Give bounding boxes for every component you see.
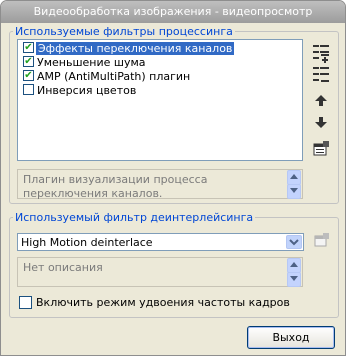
- filter-label: Инверсия цветов: [37, 84, 137, 97]
- processing-filters-legend: Используемые фильтры процессинга: [15, 25, 233, 38]
- title-bar: Видеообработка изображения - видеопросмо…: [1, 1, 345, 23]
- filter-label: AMP (AntiMultiPath) плагин: [37, 70, 191, 83]
- remove-filter-button[interactable]: [311, 65, 331, 85]
- remove-filter-icon: [313, 67, 329, 82]
- move-up-button[interactable]: [311, 91, 331, 111]
- scroll-up-icon: [290, 262, 298, 267]
- filter-item-color-inversion[interactable]: Инверсия цветов: [20, 84, 300, 98]
- deinterlace-description-box: Нет описания: [17, 257, 303, 287]
- window-title: Видеообработка изображения - видеопросмо…: [33, 5, 313, 18]
- filter-item-channel-switch[interactable]: ✔ Эффекты переключения каналов: [20, 42, 300, 56]
- filter-label: Эффекты переключения каналов: [36, 42, 235, 55]
- description-scroll-up[interactable]: [287, 170, 301, 185]
- description-scroll-down[interactable]: [287, 184, 301, 199]
- move-down-icon: [315, 117, 327, 128]
- deinterlace-select[interactable]: High Motion deinterlace: [17, 233, 304, 251]
- frame-doubling-label: Включить режим удвоения частоты кадров: [36, 296, 290, 309]
- filter-description-text: Плагин визуализации процесса переключени…: [23, 173, 208, 200]
- add-filter-button[interactable]: [311, 43, 331, 63]
- add-filter-icon: [313, 45, 329, 63]
- deinterlace-desc-scroll-up[interactable]: [287, 258, 301, 273]
- properties-icon: [313, 141, 329, 156]
- chevron-down-icon: [289, 239, 299, 246]
- deinterlace-properties-button[interactable]: [313, 232, 333, 252]
- move-down-button[interactable]: [311, 113, 331, 133]
- properties-icon: [314, 233, 329, 247]
- filter-label: Уменьшение шума: [37, 56, 146, 69]
- scroll-down-icon: [290, 188, 298, 193]
- filter-checkbox[interactable]: ✔: [23, 56, 34, 67]
- move-up-icon: [315, 95, 327, 106]
- deinterlace-desc-scroll-down[interactable]: [287, 272, 301, 287]
- dropdown-button[interactable]: [286, 235, 302, 249]
- deinterlace-legend: Используемый фильтр деинтерлейсинга: [15, 211, 254, 224]
- filter-checkbox[interactable]: [23, 84, 34, 95]
- scroll-down-icon: [290, 276, 298, 281]
- filters-list[interactable]: ✔ Эффекты переключения каналов ✔ Уменьше…: [17, 39, 303, 161]
- filter-checkbox[interactable]: ✔: [23, 42, 34, 53]
- filter-description-box: Плагин визуализации процесса переключени…: [17, 169, 303, 200]
- filter-item-amp-plugin[interactable]: ✔ AMP (AntiMultiPath) плагин: [20, 70, 300, 84]
- exit-button[interactable]: Выход: [247, 326, 335, 349]
- dialog-window: Видеообработка изображения - видеопросмо…: [0, 0, 346, 356]
- frame-doubling-checkbox[interactable]: [19, 296, 32, 309]
- deinterlace-description-text: Нет описания: [23, 261, 103, 274]
- filter-item-noise-reduction[interactable]: ✔ Уменьшение шума: [20, 56, 300, 70]
- scroll-up-icon: [290, 174, 298, 179]
- filter-properties-button[interactable]: [311, 139, 331, 159]
- deinterlace-selected-value: High Motion deinterlace: [21, 236, 153, 249]
- filter-checkbox[interactable]: ✔: [23, 70, 34, 81]
